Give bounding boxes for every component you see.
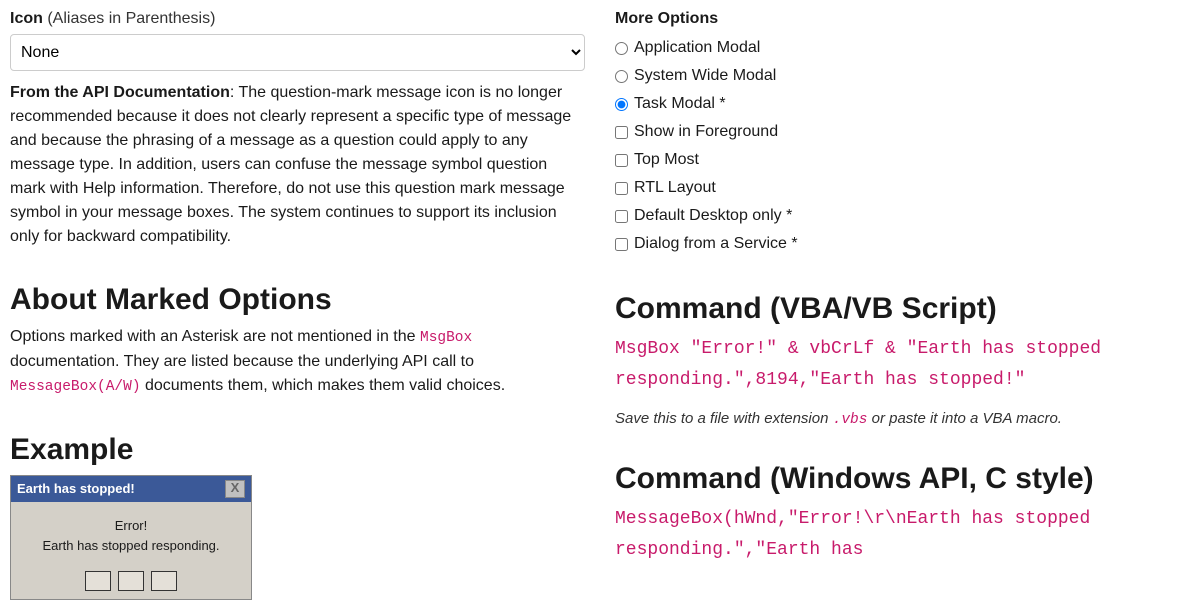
option-label: Task Modal * [634,95,726,113]
example-msgbox: Earth has stopped! X Error! Earth has st… [10,475,252,601]
icon-label: Icon (Aliases in Parenthesis) [10,10,585,28]
icon-select[interactable]: None [10,34,585,71]
api-doc-prefix: From the API Documentation [10,84,230,101]
option-row[interactable]: Application Modal [615,34,1190,62]
option-label: Default Desktop only * [634,207,792,225]
close-icon[interactable]: X [225,480,245,498]
option-label: Application Modal [634,39,760,57]
more-options-list: Application Modal System Wide Modal Task M… [615,34,1190,258]
about-text-2: documentation. They are listed because t… [10,353,474,370]
msgbox-buttons [11,567,251,599]
option-radio[interactable] [615,42,628,55]
msgbox-line2: Earth has stopped responding. [19,536,243,557]
left-column: Icon (Aliases in Parenthesis) None From … [10,10,585,600]
about-text-3: documents them, which makes them valid c… [141,377,506,394]
option-row[interactable]: Default Desktop only * [615,202,1190,230]
option-checkbox[interactable] [615,126,628,139]
option-checkbox[interactable] [615,182,628,195]
option-label: Show in Foreground [634,123,778,141]
option-radio[interactable] [615,98,628,111]
option-checkbox[interactable] [615,154,628,167]
option-checkbox[interactable] [615,210,628,223]
command-c-heading: Command (Windows API, C style) [615,462,1190,496]
api-doc-paragraph: From the API Documentation: The question… [10,81,585,249]
option-checkbox[interactable] [615,238,628,251]
msgbox-body: Error! Earth has stopped responding. [11,502,251,568]
option-radio[interactable] [615,70,628,83]
option-row[interactable]: Show in Foreground [615,118,1190,146]
example-heading: Example [10,433,585,467]
vbs-ext-code: .vbs [833,412,868,428]
option-label: Dialog from a Service * [634,235,798,253]
icon-label-sub: (Aliases in Parenthesis) [43,10,216,27]
msgbox-code: MsgBox [420,330,472,346]
command-vb-heading: Command (VBA/VB Script) [615,292,1190,326]
msgbox-title-text: Earth has stopped! [17,481,135,496]
msgbox-titlebar: Earth has stopped! X [11,476,251,502]
option-row[interactable]: System Wide Modal [615,62,1190,90]
option-row[interactable]: RTL Layout [615,174,1190,202]
msgbox-button[interactable] [118,571,143,591]
about-paragraph: Options marked with an Asterisk are not … [10,325,585,399]
hint-text-1: Save this to a file with extension [615,410,833,427]
right-column: More Options Application Modal System Wid… [615,10,1190,600]
hint-text-2: or paste it into a VBA macro. [867,410,1062,427]
option-label: Top Most [634,151,699,169]
messagebox-code: MessageBox(A/W) [10,379,141,395]
about-text-1: Options marked with an Asterisk are not … [10,328,420,345]
api-doc-text: : The question-mark message icon is no l… [10,84,571,245]
msgbox-button[interactable] [151,571,176,591]
command-c-code: MessageBox(hWnd,"Error!\r\nEarth has sto… [615,504,1190,565]
vbs-hint: Save this to a file with extension .vbs … [615,410,1190,428]
command-vb-code: MsgBox "Error!" & vbCrLf & "Earth has st… [615,334,1190,395]
more-options-label: More Options [615,10,1190,28]
about-heading: About Marked Options [10,283,585,317]
option-row[interactable]: Task Modal * [615,90,1190,118]
msgbox-button[interactable] [85,571,110,591]
option-row[interactable]: Top Most [615,146,1190,174]
option-row[interactable]: Dialog from a Service * [615,230,1190,258]
option-label: System Wide Modal [634,67,776,85]
icon-label-bold: Icon [10,10,43,27]
msgbox-line1: Error! [19,516,243,537]
option-label: RTL Layout [634,179,716,197]
